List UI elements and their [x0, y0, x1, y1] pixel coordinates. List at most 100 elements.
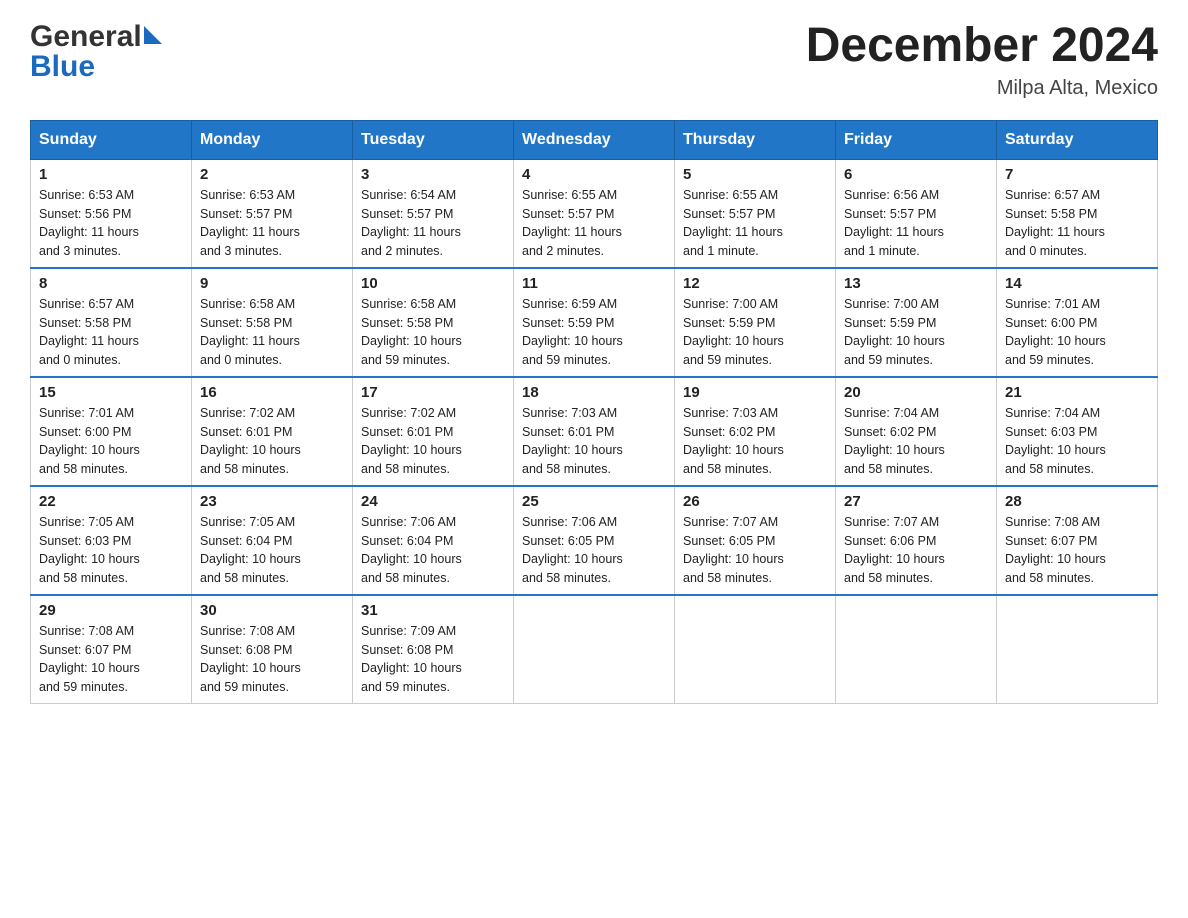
day-number: 15 — [39, 384, 183, 401]
calendar-week-row: 1 Sunrise: 6:53 AMSunset: 5:56 PMDayligh… — [31, 159, 1158, 268]
day-info: Sunrise: 7:01 AMSunset: 6:00 PMDaylight:… — [1005, 295, 1149, 370]
table-row: 2 Sunrise: 6:53 AMSunset: 5:57 PMDayligh… — [192, 159, 353, 268]
header-thursday: Thursday — [675, 120, 836, 159]
table-row: 25 Sunrise: 7:06 AMSunset: 6:05 PMDaylig… — [514, 486, 675, 595]
logo-general-text: General — [30, 20, 142, 54]
day-number: 11 — [522, 275, 666, 292]
day-info: Sunrise: 7:00 AMSunset: 5:59 PMDaylight:… — [683, 295, 827, 370]
table-row: 19 Sunrise: 7:03 AMSunset: 6:02 PMDaylig… — [675, 377, 836, 486]
day-number: 31 — [361, 602, 505, 619]
day-number: 10 — [361, 275, 505, 292]
table-row: 30 Sunrise: 7:08 AMSunset: 6:08 PMDaylig… — [192, 595, 353, 704]
calendar-week-row: 22 Sunrise: 7:05 AMSunset: 6:03 PMDaylig… — [31, 486, 1158, 595]
day-info: Sunrise: 7:04 AMSunset: 6:03 PMDaylight:… — [1005, 404, 1149, 479]
table-row: 26 Sunrise: 7:07 AMSunset: 6:05 PMDaylig… — [675, 486, 836, 595]
day-number: 30 — [200, 602, 344, 619]
header-sunday: Sunday — [31, 120, 192, 159]
day-number: 13 — [844, 275, 988, 292]
day-number: 2 — [200, 166, 344, 183]
location-text: Milpa Alta, Mexico — [806, 77, 1158, 100]
day-info: Sunrise: 7:08 AMSunset: 6:08 PMDaylight:… — [200, 622, 344, 697]
day-number: 5 — [683, 166, 827, 183]
table-row: 11 Sunrise: 6:59 AMSunset: 5:59 PMDaylig… — [514, 268, 675, 377]
day-info: Sunrise: 6:56 AMSunset: 5:57 PMDaylight:… — [844, 186, 988, 261]
table-row — [514, 595, 675, 704]
day-info: Sunrise: 7:05 AMSunset: 6:03 PMDaylight:… — [39, 513, 183, 588]
page-header: General Blue December 2024 Milpa Alta, M… — [30, 20, 1158, 100]
day-number: 14 — [1005, 275, 1149, 292]
day-info: Sunrise: 7:08 AMSunset: 6:07 PMDaylight:… — [39, 622, 183, 697]
table-row: 24 Sunrise: 7:06 AMSunset: 6:04 PMDaylig… — [353, 486, 514, 595]
day-info: Sunrise: 7:05 AMSunset: 6:04 PMDaylight:… — [200, 513, 344, 588]
day-number: 6 — [844, 166, 988, 183]
month-title: December 2024 — [806, 20, 1158, 73]
day-number: 12 — [683, 275, 827, 292]
day-number: 1 — [39, 166, 183, 183]
table-row — [836, 595, 997, 704]
day-number: 9 — [200, 275, 344, 292]
day-info: Sunrise: 7:04 AMSunset: 6:02 PMDaylight:… — [844, 404, 988, 479]
day-number: 24 — [361, 493, 505, 510]
day-number: 26 — [683, 493, 827, 510]
day-info: Sunrise: 6:59 AMSunset: 5:59 PMDaylight:… — [522, 295, 666, 370]
day-number: 22 — [39, 493, 183, 510]
day-number: 8 — [39, 275, 183, 292]
day-info: Sunrise: 6:55 AMSunset: 5:57 PMDaylight:… — [522, 186, 666, 261]
day-number: 23 — [200, 493, 344, 510]
calendar-table: Sunday Monday Tuesday Wednesday Thursday… — [30, 120, 1158, 704]
table-row: 13 Sunrise: 7:00 AMSunset: 5:59 PMDaylig… — [836, 268, 997, 377]
table-row: 27 Sunrise: 7:07 AMSunset: 6:06 PMDaylig… — [836, 486, 997, 595]
day-info: Sunrise: 6:58 AMSunset: 5:58 PMDaylight:… — [361, 295, 505, 370]
header-wednesday: Wednesday — [514, 120, 675, 159]
title-block: December 2024 Milpa Alta, Mexico — [806, 20, 1158, 100]
table-row: 10 Sunrise: 6:58 AMSunset: 5:58 PMDaylig… — [353, 268, 514, 377]
table-row: 5 Sunrise: 6:55 AMSunset: 5:57 PMDayligh… — [675, 159, 836, 268]
header-friday: Friday — [836, 120, 997, 159]
calendar-week-row: 29 Sunrise: 7:08 AMSunset: 6:07 PMDaylig… — [31, 595, 1158, 704]
table-row: 15 Sunrise: 7:01 AMSunset: 6:00 PMDaylig… — [31, 377, 192, 486]
day-info: Sunrise: 6:53 AMSunset: 5:56 PMDaylight:… — [39, 186, 183, 261]
day-number: 17 — [361, 384, 505, 401]
table-row: 28 Sunrise: 7:08 AMSunset: 6:07 PMDaylig… — [997, 486, 1158, 595]
table-row: 12 Sunrise: 7:00 AMSunset: 5:59 PMDaylig… — [675, 268, 836, 377]
calendar-week-row: 8 Sunrise: 6:57 AMSunset: 5:58 PMDayligh… — [31, 268, 1158, 377]
day-info: Sunrise: 7:02 AMSunset: 6:01 PMDaylight:… — [361, 404, 505, 479]
day-info: Sunrise: 6:55 AMSunset: 5:57 PMDaylight:… — [683, 186, 827, 261]
day-number: 16 — [200, 384, 344, 401]
table-row: 6 Sunrise: 6:56 AMSunset: 5:57 PMDayligh… — [836, 159, 997, 268]
day-number: 27 — [844, 493, 988, 510]
table-row: 17 Sunrise: 7:02 AMSunset: 6:01 PMDaylig… — [353, 377, 514, 486]
day-number: 25 — [522, 493, 666, 510]
day-number: 7 — [1005, 166, 1149, 183]
day-info: Sunrise: 6:57 AMSunset: 5:58 PMDaylight:… — [39, 295, 183, 370]
day-info: Sunrise: 6:53 AMSunset: 5:57 PMDaylight:… — [200, 186, 344, 261]
table-row: 4 Sunrise: 6:55 AMSunset: 5:57 PMDayligh… — [514, 159, 675, 268]
table-row: 1 Sunrise: 6:53 AMSunset: 5:56 PMDayligh… — [31, 159, 192, 268]
logo: General Blue — [30, 20, 162, 84]
day-info: Sunrise: 6:58 AMSunset: 5:58 PMDaylight:… — [200, 295, 344, 370]
header-saturday: Saturday — [997, 120, 1158, 159]
day-info: Sunrise: 7:09 AMSunset: 6:08 PMDaylight:… — [361, 622, 505, 697]
day-info: Sunrise: 7:03 AMSunset: 6:01 PMDaylight:… — [522, 404, 666, 479]
day-number: 28 — [1005, 493, 1149, 510]
day-info: Sunrise: 7:07 AMSunset: 6:05 PMDaylight:… — [683, 513, 827, 588]
table-row: 16 Sunrise: 7:02 AMSunset: 6:01 PMDaylig… — [192, 377, 353, 486]
table-row: 3 Sunrise: 6:54 AMSunset: 5:57 PMDayligh… — [353, 159, 514, 268]
day-info: Sunrise: 7:08 AMSunset: 6:07 PMDaylight:… — [1005, 513, 1149, 588]
day-info: Sunrise: 7:07 AMSunset: 6:06 PMDaylight:… — [844, 513, 988, 588]
table-row: 20 Sunrise: 7:04 AMSunset: 6:02 PMDaylig… — [836, 377, 997, 486]
day-number: 21 — [1005, 384, 1149, 401]
day-info: Sunrise: 7:02 AMSunset: 6:01 PMDaylight:… — [200, 404, 344, 479]
table-row: 7 Sunrise: 6:57 AMSunset: 5:58 PMDayligh… — [997, 159, 1158, 268]
table-row: 22 Sunrise: 7:05 AMSunset: 6:03 PMDaylig… — [31, 486, 192, 595]
table-row — [675, 595, 836, 704]
calendar-week-row: 15 Sunrise: 7:01 AMSunset: 6:00 PMDaylig… — [31, 377, 1158, 486]
day-number: 20 — [844, 384, 988, 401]
day-number: 18 — [522, 384, 666, 401]
table-row: 31 Sunrise: 7:09 AMSunset: 6:08 PMDaylig… — [353, 595, 514, 704]
day-info: Sunrise: 7:06 AMSunset: 6:05 PMDaylight:… — [522, 513, 666, 588]
day-info: Sunrise: 7:06 AMSunset: 6:04 PMDaylight:… — [361, 513, 505, 588]
logo-arrow-icon — [144, 26, 162, 44]
calendar-header-row: Sunday Monday Tuesday Wednesday Thursday… — [31, 120, 1158, 159]
day-number: 19 — [683, 384, 827, 401]
